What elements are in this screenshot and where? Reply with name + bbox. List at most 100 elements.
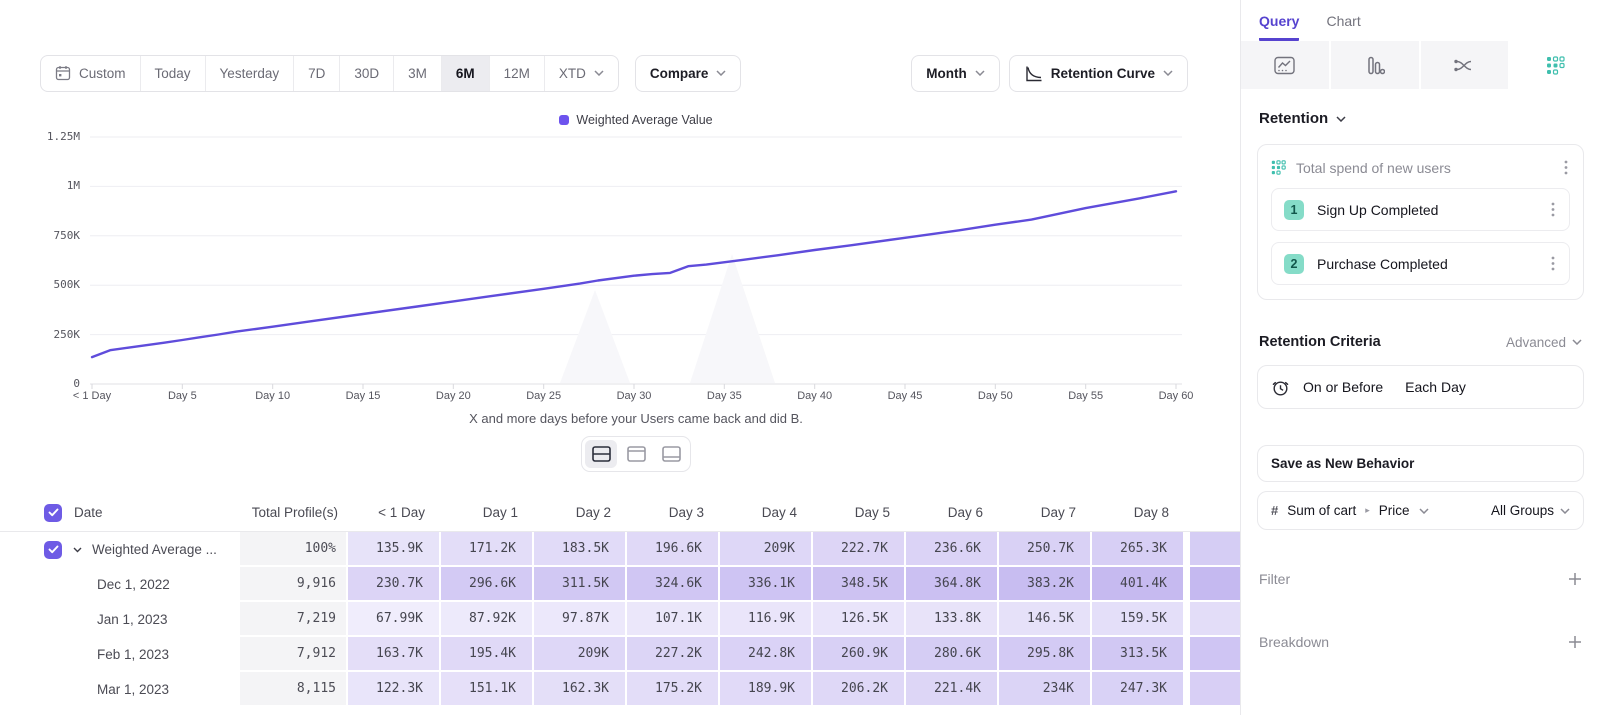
y-axis: 0250K500K750K1M1.25M	[0, 132, 80, 392]
row-label-cell[interactable]: Weighted Average ...	[0, 532, 240, 567]
breadcrumb-arrow-icon: ▸	[1365, 505, 1370, 516]
range-xtd[interactable]: XTD	[545, 56, 618, 91]
row-label-cell[interactable]: Feb 1, 2023	[0, 637, 240, 672]
numeric-property-icon: #	[1271, 503, 1278, 518]
kebab-menu-icon[interactable]	[1549, 254, 1557, 273]
funnels-report-tab[interactable]	[1331, 41, 1421, 89]
retention-report-tab[interactable]	[1510, 41, 1600, 89]
kebab-menu-icon[interactable]	[1562, 158, 1570, 177]
column-header: Day 5	[813, 494, 906, 531]
column-header: Day 4	[720, 494, 813, 531]
retention-value-cell: 324.6K	[627, 567, 720, 602]
checkbox-checked[interactable]	[44, 541, 62, 559]
retention-value-cell-clipped	[1185, 532, 1240, 567]
range-custom[interactable]: Custom	[41, 56, 141, 91]
retention-value-cell: 221.4K	[906, 672, 999, 707]
row-label-cell[interactable]: Dec 1, 2022	[0, 567, 240, 602]
chart-controls: Month Retention Curve	[911, 55, 1188, 92]
behavior-step-1[interactable]: 1 Sign Up Completed	[1271, 188, 1570, 231]
table-row: Feb 1, 20237,912163.7K195.4K209K227.2K24…	[0, 637, 1240, 672]
table-row: Dec 1, 20229,916230.7K296.6K311.5K324.6K…	[0, 567, 1240, 602]
add-filter-icon[interactable]	[1568, 572, 1582, 586]
x-axis-tick: Day 25	[526, 390, 561, 402]
retention-value-cell: 151.1K	[441, 672, 534, 707]
range-7d[interactable]: 7D	[294, 56, 340, 91]
retention-table: DateTotal Profile(s)< 1 DayDay 1Day 2Day…	[0, 494, 1240, 707]
x-axis-tick: Day 30	[617, 390, 652, 402]
table-header-row: DateTotal Profile(s)< 1 DayDay 1Day 2Day…	[0, 494, 1240, 532]
chart-type-dropdown[interactable]: Retention Curve	[1009, 55, 1188, 92]
compare-label: Compare	[650, 66, 709, 81]
measure-selector[interactable]: # Sum of cart ▸ Price All Groups	[1257, 491, 1584, 530]
chevron-down-icon	[594, 70, 604, 76]
add-breakdown-icon[interactable]	[1568, 635, 1582, 649]
compare-button[interactable]: Compare	[635, 55, 742, 92]
chevron-down-icon	[1419, 508, 1429, 514]
criteria-unit[interactable]: Each Day	[1405, 379, 1466, 395]
x-axis-tick: Day 40	[797, 390, 832, 402]
retention-value-cell: 87.92K	[441, 602, 534, 637]
x-axis-caption: X and more days before your Users came b…	[90, 411, 1182, 426]
row-label-cell[interactable]: Mar 1, 2023	[0, 672, 240, 707]
total-profiles-cell: 8,115	[240, 672, 348, 707]
retention-value-cell: 67.99K	[348, 602, 441, 637]
behavior-step-2[interactable]: 2 Purchase Completed	[1271, 242, 1570, 285]
checkbox-checked[interactable]	[44, 504, 62, 522]
retention-value-cell: 383.2K	[999, 567, 1092, 602]
y-axis-tick: 1.25M	[0, 130, 80, 143]
x-axis-tick: < 1 Day	[73, 390, 111, 402]
retention-value-cell: 163.7K	[348, 637, 441, 672]
table-only-view-button[interactable]	[655, 440, 687, 468]
range-6m[interactable]: 6M	[442, 56, 490, 91]
retention-value-cell: 122.3K	[348, 672, 441, 707]
range-30d[interactable]: 30D	[340, 56, 394, 91]
retention-value-cell: 209K	[720, 532, 813, 567]
flows-report-tab[interactable]	[1421, 41, 1511, 89]
legend-swatch	[559, 115, 569, 125]
retention-value-cell: 206.2K	[813, 672, 906, 707]
layout-toggle-group	[581, 436, 691, 472]
retention-value-cell-clipped	[1185, 567, 1240, 602]
insights-report-tab[interactable]	[1241, 41, 1331, 89]
chart-only-view-button[interactable]	[620, 440, 652, 468]
advanced-dropdown[interactable]: Advanced	[1506, 335, 1582, 350]
range-today[interactable]: Today	[141, 56, 206, 91]
y-axis-tick: 500K	[0, 278, 80, 291]
breakdown-label: Breakdown	[1259, 634, 1329, 650]
table-row: Jan 1, 20237,21967.99K87.92K97.87K107.1K…	[0, 602, 1240, 637]
y-axis-tick: 0	[0, 377, 80, 390]
all-groups-dropdown[interactable]: All Groups	[1491, 503, 1570, 518]
retention-value-cell: 250.7K	[999, 532, 1092, 567]
retention-section-heading[interactable]: Retention	[1259, 110, 1582, 127]
granularity-dropdown[interactable]: Month	[911, 55, 999, 92]
retention-value-cell: 280.6K	[906, 637, 999, 672]
behavior-card-header[interactable]: Total spend of new users	[1271, 158, 1570, 177]
criteria-condition[interactable]: On or Before	[1303, 379, 1383, 395]
retention-value-cell: 189.9K	[720, 672, 813, 707]
advanced-label: Advanced	[1506, 335, 1566, 350]
tab-query[interactable]: Query	[1259, 13, 1299, 41]
retention-value-cell: 242.8K	[720, 637, 813, 672]
behavior-card: Total spend of new users 1 Sign Up Compl…	[1257, 144, 1584, 300]
line-plot[interactable]	[90, 132, 1182, 392]
x-axis-tick: Day 50	[978, 390, 1013, 402]
range-12m[interactable]: 12M	[490, 56, 545, 91]
tab-chart[interactable]: Chart	[1326, 13, 1360, 41]
chart-legend[interactable]: Weighted Average Value	[90, 113, 1182, 127]
retention-value-cell-clipped	[1185, 637, 1240, 672]
retention-value-cell: 133.8K	[906, 602, 999, 637]
split-view-button[interactable]	[585, 440, 617, 468]
save-as-new-behavior-button[interactable]: Save as New Behavior	[1257, 445, 1584, 482]
chevron-down-icon[interactable]	[73, 547, 82, 553]
criteria-condition-card[interactable]: On or Before Each Day	[1257, 365, 1584, 409]
retention-value-cell: 159.5K	[1092, 602, 1185, 637]
retention-value-cell: 296.6K	[441, 567, 534, 602]
column-header[interactable]: Date	[0, 494, 240, 531]
range-3m[interactable]: 3M	[394, 56, 442, 91]
kebab-menu-icon[interactable]	[1549, 200, 1557, 219]
step-event-label: Purchase Completed	[1317, 256, 1536, 272]
retention-value-cell: 146.5K	[999, 602, 1092, 637]
total-profiles-cell: 7,912	[240, 637, 348, 672]
range-yesterday[interactable]: Yesterday	[206, 56, 295, 91]
row-label-cell[interactable]: Jan 1, 2023	[0, 602, 240, 637]
